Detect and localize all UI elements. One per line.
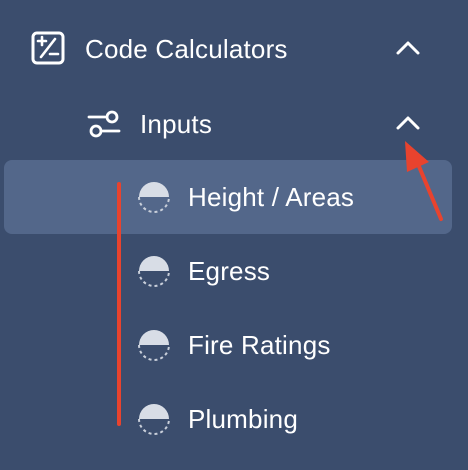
half-filled-circle-icon xyxy=(138,330,170,361)
sidebar-item-fire-ratings[interactable]: Fire Ratings xyxy=(0,318,468,372)
half-filled-circle-icon xyxy=(138,404,170,435)
sidebar-item-label: Height / Areas xyxy=(188,182,355,212)
chevron-up-icon[interactable] xyxy=(395,114,421,132)
sidebar-item-height-areas[interactable]: Height / Areas xyxy=(4,160,452,234)
sidebar-item-label: Plumbing xyxy=(188,404,298,434)
sidebar-section-code-calculators[interactable]: Code Calculators xyxy=(0,22,468,76)
calculator-icon xyxy=(31,31,65,65)
sidebar-group-inputs[interactable]: Inputs xyxy=(0,97,468,151)
sidebar-item-label: Fire Ratings xyxy=(188,330,331,360)
sliders-icon xyxy=(87,110,121,138)
half-filled-circle-icon xyxy=(138,256,170,287)
sidebar-item-label: Egress xyxy=(188,256,271,286)
chevron-up-icon[interactable] xyxy=(395,39,421,57)
half-filled-circle-icon xyxy=(138,182,170,213)
sidebar-item-egress[interactable]: Egress xyxy=(0,244,468,298)
sidebar-item-plumbing[interactable]: Plumbing xyxy=(0,392,468,446)
sidebar-section-label: Code Calculators xyxy=(85,34,288,64)
sidebar-group-label: Inputs xyxy=(140,109,213,139)
